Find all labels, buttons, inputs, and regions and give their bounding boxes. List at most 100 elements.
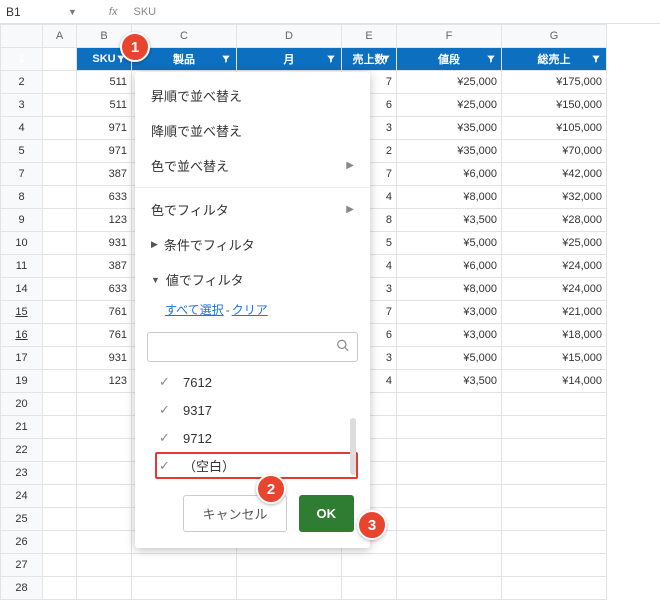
cell[interactable]	[132, 554, 237, 577]
cell[interactable]: 123	[77, 209, 132, 232]
cell[interactable]: ¥8,000	[397, 278, 502, 301]
cell[interactable]: 931	[77, 347, 132, 370]
col-header-E[interactable]: E	[342, 25, 397, 48]
cell[interactable]	[77, 462, 132, 485]
row-number[interactable]: 21	[1, 416, 43, 439]
row-number[interactable]: 16	[1, 324, 43, 347]
cell[interactable]	[397, 554, 502, 577]
cell[interactable]	[77, 508, 132, 531]
cell[interactable]: ¥25,000	[397, 71, 502, 94]
cell[interactable]	[342, 577, 397, 600]
cell[interactable]	[43, 485, 77, 508]
cell[interactable]: ¥25,000	[502, 232, 607, 255]
cell[interactable]: 971	[77, 117, 132, 140]
row-number[interactable]: 4	[1, 117, 43, 140]
cell[interactable]	[77, 439, 132, 462]
menu-filter-color[interactable]: 色でフィルタ▶	[135, 192, 370, 227]
filter-icon[interactable]	[220, 53, 232, 65]
cell[interactable]	[77, 554, 132, 577]
cell[interactable]: ¥105,000	[502, 117, 607, 140]
cell[interactable]	[502, 508, 607, 531]
row-number[interactable]: 7	[1, 163, 43, 186]
cell[interactable]: ¥18,000	[502, 324, 607, 347]
cell[interactable]	[43, 577, 77, 600]
cell[interactable]	[342, 554, 397, 577]
cell[interactable]	[43, 255, 77, 278]
menu-sort-desc[interactable]: 降順で並べ替え	[135, 113, 370, 148]
row-number[interactable]: 23	[1, 462, 43, 485]
cell[interactable]: ¥5,000	[397, 347, 502, 370]
row-number[interactable]: 2	[1, 71, 43, 94]
cell[interactable]: ¥3,500	[397, 370, 502, 393]
cell[interactable]	[43, 186, 77, 209]
menu-sort-color[interactable]: 色で並べ替え▶	[135, 148, 370, 183]
filter-option[interactable]: ✓7612	[155, 368, 358, 396]
filter-icon[interactable]	[485, 53, 497, 65]
col-header-D[interactable]: D	[237, 25, 342, 48]
cell[interactable]: 761	[77, 301, 132, 324]
cell[interactable]: ¥175,000	[502, 71, 607, 94]
cell[interactable]	[397, 439, 502, 462]
link-clear[interactable]: クリア	[232, 303, 268, 317]
cell[interactable]	[397, 393, 502, 416]
cell[interactable]: 511	[77, 71, 132, 94]
cell[interactable]: ¥14,000	[502, 370, 607, 393]
cell[interactable]	[77, 531, 132, 554]
cell[interactable]	[132, 577, 237, 600]
cell[interactable]: ¥3,000	[397, 301, 502, 324]
row-number[interactable]: 20	[1, 393, 43, 416]
cell[interactable]	[43, 140, 77, 163]
cell[interactable]	[43, 163, 77, 186]
filter-icon[interactable]	[590, 53, 602, 65]
menu-filter-value[interactable]: ▼値でフィルタ	[135, 262, 370, 297]
cell[interactable]: 931	[77, 232, 132, 255]
cell[interactable]	[77, 393, 132, 416]
menu-filter-condition[interactable]: ▶条件でフィルタ	[135, 227, 370, 262]
cell[interactable]	[237, 554, 342, 577]
cell[interactable]	[397, 508, 502, 531]
cell[interactable]: ¥21,000	[502, 301, 607, 324]
header-cell-price[interactable]: 値段	[397, 48, 502, 71]
filter-option[interactable]: ✓9712	[155, 424, 358, 452]
col-header-G[interactable]: G	[502, 25, 607, 48]
cell[interactable]	[43, 324, 77, 347]
row-number[interactable]: 28	[1, 577, 43, 600]
ok-button[interactable]: OK	[299, 495, 355, 532]
corner-cell[interactable]	[1, 25, 43, 48]
row-number[interactable]: 5	[1, 140, 43, 163]
cell[interactable]	[43, 117, 77, 140]
cell[interactable]: 387	[77, 255, 132, 278]
cell[interactable]: ¥5,000	[397, 232, 502, 255]
col-header-A[interactable]: A	[43, 25, 77, 48]
cell[interactable]	[397, 462, 502, 485]
cell[interactable]: ¥6,000	[397, 163, 502, 186]
cell[interactable]	[43, 94, 77, 117]
filter-icon[interactable]	[325, 53, 337, 65]
cell[interactable]: 761	[77, 324, 132, 347]
cell[interactable]	[237, 577, 342, 600]
cell[interactable]	[43, 301, 77, 324]
cell[interactable]	[77, 416, 132, 439]
row-number[interactable]: 27	[1, 554, 43, 577]
cell[interactable]	[43, 370, 77, 393]
cell[interactable]: 633	[77, 278, 132, 301]
cell[interactable]: 387	[77, 163, 132, 186]
filter-option[interactable]: ✓9317	[155, 396, 358, 424]
row-number[interactable]: 11	[1, 255, 43, 278]
cell[interactable]: ¥70,000	[502, 140, 607, 163]
cell[interactable]	[502, 485, 607, 508]
row-number[interactable]: 24	[1, 485, 43, 508]
row-number[interactable]: 1	[1, 48, 43, 71]
cell[interactable]	[397, 485, 502, 508]
col-header-F[interactable]: F	[397, 25, 502, 48]
row-number[interactable]: 17	[1, 347, 43, 370]
cell-ref-dropdown-icon[interactable]: ▼	[68, 7, 77, 17]
cell[interactable]	[502, 531, 607, 554]
cell[interactable]: ¥24,000	[502, 278, 607, 301]
cell[interactable]: ¥24,000	[502, 255, 607, 278]
cell[interactable]: ¥15,000	[502, 347, 607, 370]
scrollbar[interactable]	[350, 418, 356, 475]
cell[interactable]	[502, 462, 607, 485]
row-number[interactable]: 14	[1, 278, 43, 301]
row-number[interactable]: 3	[1, 94, 43, 117]
